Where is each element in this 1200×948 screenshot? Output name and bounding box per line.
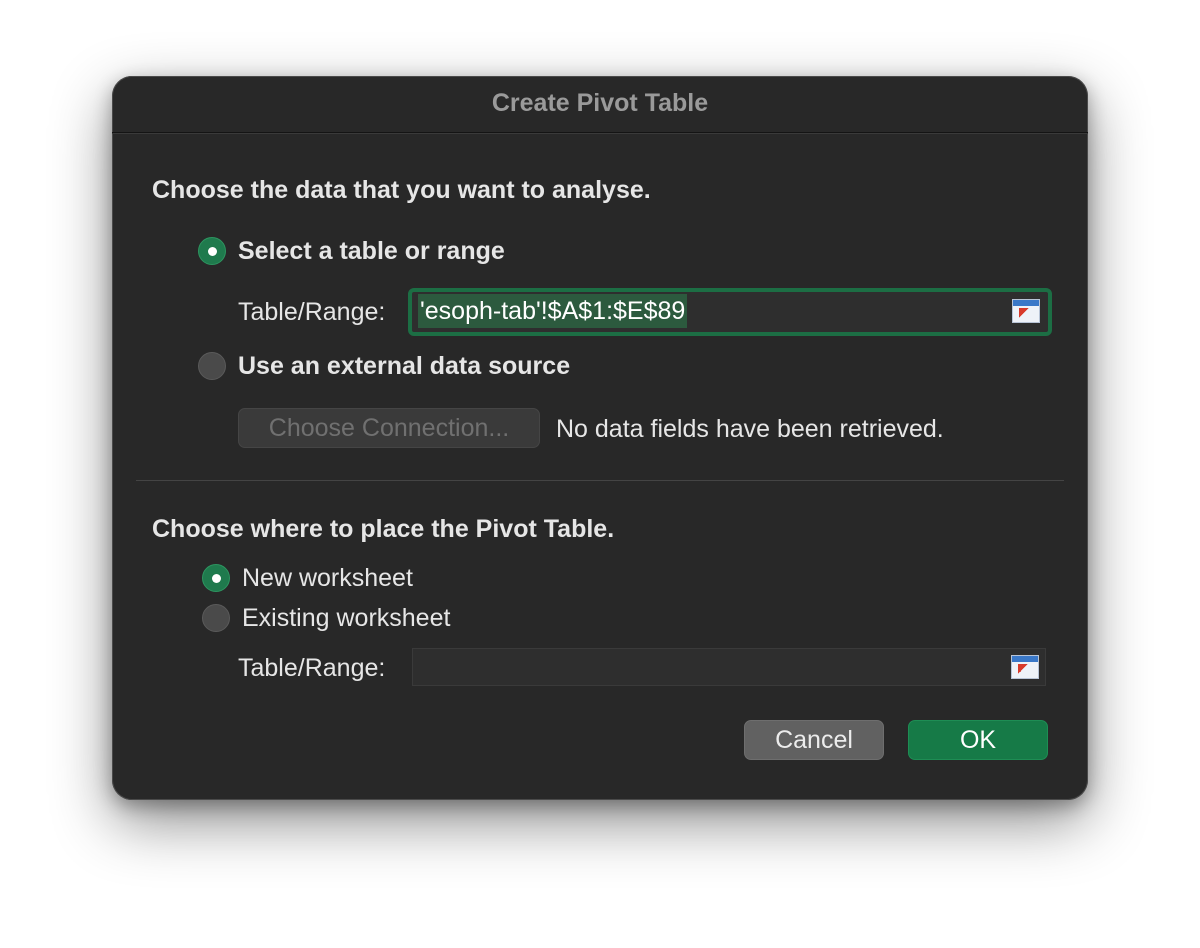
external-source-label[interactable]: Use an external data source (238, 352, 570, 381)
source-range-input[interactable]: 'esoph-tab'!$A$1:$E$89 (408, 288, 1052, 336)
title-bar: Create Pivot Table (112, 76, 1088, 133)
radio-new-worksheet[interactable] (202, 564, 230, 592)
radio-select-table[interactable] (198, 237, 226, 265)
existing-worksheet-label[interactable]: Existing worksheet (242, 604, 450, 633)
dialog-title: Create Pivot Table (491, 89, 709, 117)
source-range-label: Table/Range: (238, 298, 386, 326)
ok-button[interactable]: OK (908, 720, 1048, 760)
select-table-label[interactable]: Select a table or range (238, 237, 505, 266)
radio-external-source[interactable] (198, 352, 226, 380)
range-picker-icon[interactable] (1012, 299, 1040, 323)
new-worksheet-label[interactable]: New worksheet (242, 564, 413, 593)
placement-range-input[interactable] (412, 648, 1046, 686)
range-picker-icon[interactable] (1011, 655, 1039, 679)
section-divider (136, 480, 1064, 481)
choose-connection-button[interactable]: Choose Connection... (238, 408, 540, 448)
source-heading: Choose the data that you want to analyse… (152, 176, 651, 204)
no-fields-text: No data fields have been retrieved. (556, 415, 944, 443)
source-range-value: 'esoph-tab'!$A$1:$E$89 (418, 294, 688, 328)
create-pivot-table-dialog: Create Pivot Table Choose the data that … (112, 76, 1088, 800)
placement-range-label: Table/Range: (238, 654, 386, 682)
radio-existing-worksheet[interactable] (202, 604, 230, 632)
placement-heading: Choose where to place the Pivot Table. (152, 515, 615, 543)
cancel-button[interactable]: Cancel (744, 720, 884, 760)
